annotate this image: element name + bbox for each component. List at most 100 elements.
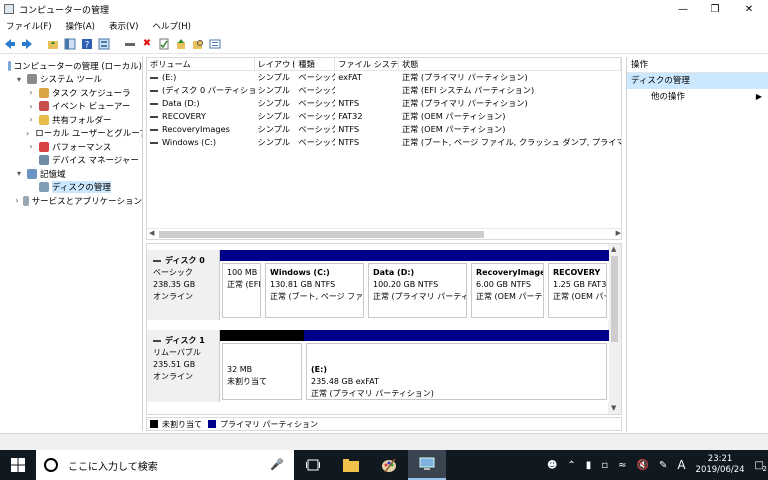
microphone-icon[interactable]: 🎤 — [270, 458, 284, 471]
tree-node[interactable]: デバイス マネージャー — [0, 154, 142, 168]
volume-row[interactable]: Windows (C:) シンプル ベーシック NTFS 正常 (ブート, ページ ファ… — [147, 136, 621, 149]
partition-details: Windows (C:) 130.81 GB NTFS 正常 (ブート, ページ フ… — [265, 263, 364, 318]
forward-icon[interactable] — [20, 37, 34, 51]
menu-view[interactable]: 表示(V) — [109, 20, 138, 32]
column-header-volume[interactable]: ボリューム — [147, 58, 255, 70]
minimize-button[interactable]: — — [668, 0, 698, 18]
tree-node[interactable]: › 共有フォルダー — [0, 113, 142, 127]
expand-chevron-icon[interactable]: › — [14, 196, 20, 205]
partition-block[interactable]: Windows (C:) 130.81 GB NTFS 正常 (ブート, ページ フ… — [263, 250, 366, 320]
volume-icon — [150, 115, 158, 118]
expand-chevron-icon[interactable]: › — [26, 129, 29, 138]
partition-block[interactable]: RecoveryImages 6.00 GB NTFS 正常 (OEM パーティショ… — [469, 250, 546, 320]
export-icon[interactable] — [174, 37, 188, 51]
start-button[interactable] — [0, 450, 36, 480]
partition-block[interactable]: RECOVERY 1.25 GB FAT32 正常 (OEM パーティション) — [546, 250, 609, 320]
tree-node[interactable]: コンピューターの管理 (ローカル) — [0, 59, 142, 73]
show-hide-tree-icon[interactable] — [63, 37, 77, 51]
delete-icon[interactable]: ✖ — [140, 37, 154, 51]
taskbar-computer-management[interactable] — [408, 450, 446, 480]
tree-node[interactable]: › イベント ビューアー — [0, 100, 142, 114]
vertical-scrollbar[interactable]: ▲ ▼ — [608, 244, 621, 414]
expand-chevron-icon[interactable]: › — [26, 88, 36, 97]
volume-muted-icon[interactable]: 🔇 — [636, 460, 648, 471]
partition-block[interactable]: (E:) 235.48 GB exFAT 正常 (プライマリ パーティション) — [304, 330, 609, 402]
scroll-right-icon[interactable]: ▶ — [616, 229, 621, 237]
expand-chevron-icon[interactable]: › — [26, 115, 36, 124]
ime-mode-indicator[interactable]: A — [677, 458, 685, 472]
column-header-layout[interactable]: レイアウト — [255, 58, 296, 70]
collapse-chevron-icon[interactable]: ▾ — [14, 75, 24, 84]
battery-icon[interactable]: ▮ — [586, 460, 592, 471]
volume-row[interactable]: (E:) シンプル ベーシック exFAT 正常 (プライマリ パーティション) — [147, 71, 621, 84]
taskbar-paint[interactable] — [370, 450, 408, 480]
expand-chevron-icon[interactable]: › — [26, 142, 36, 151]
volume-cell: シンプル — [257, 72, 291, 82]
disk-label[interactable]: ディスク 1 リムーバブル 235.51 GB オンライン — [147, 330, 220, 402]
partition-block[interactable]: Data (D:) 100.20 GB NTFS 正常 (プライマリ パーティション… — [366, 250, 469, 320]
volume-row[interactable]: RECOVERY シンプル ベーシック FAT32 正常 (OEM パーティション) — [147, 110, 621, 123]
action-center-icon[interactable]: □ 2 — [755, 460, 767, 473]
volume-list: ボリューム レイアウト 種類 ファイル システム 状態 (E:)シンプルベーシッ… — [146, 57, 622, 240]
scroll-down-icon[interactable]: ▼ — [611, 404, 616, 412]
volume-row[interactable]: (ディスク 0 パーティション 1)シンプルベーシック 正常 (EFI システム … — [147, 84, 621, 97]
view-icon[interactable] — [97, 37, 111, 51]
tree-node[interactable]: › サービスとアプリケーション — [0, 194, 142, 208]
tree-node[interactable]: ディスクの管理 — [0, 181, 142, 195]
up-folder-icon[interactable] — [46, 37, 60, 51]
scrollbar-thumb[interactable] — [611, 256, 618, 342]
help-icon[interactable]: ? — [80, 37, 94, 51]
pen-icon[interactable]: ✎ — [659, 460, 667, 471]
search-folder-icon[interactable] — [191, 37, 205, 51]
partition-block[interactable]: 100 MB 正常 (EFI システム パーティション) — [220, 250, 263, 320]
scrollbar-thumb[interactable] — [159, 231, 484, 238]
partition-details: 32 MB 未割り当て — [222, 343, 302, 400]
wifi-icon[interactable]: ≈ — [618, 460, 626, 471]
tree-node-label: サービスとアプリケーション — [31, 196, 142, 207]
actions-section-disk-management[interactable]: ディスクの管理 — [627, 73, 768, 89]
tablet-icon[interactable]: ▫ — [601, 460, 608, 471]
volume-cell: ベーシック — [298, 98, 336, 108]
status-bar — [0, 433, 768, 450]
close-button[interactable]: ✕ — [734, 0, 764, 18]
storage-icon — [27, 168, 37, 179]
disk-status: オンライン — [153, 372, 193, 381]
properties-icon[interactable] — [157, 37, 171, 51]
collapse-chevron-icon[interactable]: ▾ — [14, 169, 24, 178]
volume-row[interactable]: Data (D:) シンプル ベーシック NTFS 正常 (プライマリ パーティション) — [147, 97, 621, 110]
menu-file[interactable]: ファイル(F) — [6, 20, 52, 32]
people-icon[interactable]: ☻ — [547, 460, 557, 471]
task-view-button[interactable] — [294, 450, 332, 480]
tree-node-label: ディスクの管理 — [52, 181, 111, 194]
menu-help[interactable]: ヘルプ(H) — [152, 20, 191, 32]
column-header-filesystem[interactable]: ファイル システム — [335, 58, 399, 70]
column-header-status[interactable]: 状態 — [399, 58, 621, 70]
tree-node[interactable]: › ローカル ユーザーとグループ — [0, 127, 142, 141]
back-icon[interactable] — [3, 37, 17, 51]
volume-cell: シンプル — [257, 137, 291, 147]
taskbar-search-box[interactable]: ここに入力して検索 🎤 — [36, 450, 294, 480]
maximize-button[interactable]: ❐ — [700, 0, 730, 18]
tree-node[interactable]: ▾ システム ツール — [0, 73, 142, 87]
taskbar-file-explorer[interactable] — [332, 450, 370, 480]
disk-label[interactable]: ディスク 0 ベーシック 238.35 GB オンライン — [147, 250, 220, 320]
tree-node[interactable]: ▾ 記憶域 — [0, 167, 142, 181]
scroll-left-icon[interactable]: ◀ — [149, 229, 154, 237]
volume-cell: ベーシック — [298, 85, 336, 95]
menu-action[interactable]: 操作(A) — [66, 20, 95, 32]
partition-block[interactable]: 32 MB 未割り当て — [220, 330, 304, 402]
horizontal-scrollbar[interactable]: ◀ ▶ — [147, 228, 621, 239]
more-actions-item[interactable]: 他の操作 ▶ — [627, 89, 768, 105]
tree-node[interactable]: › パフォーマンス — [0, 140, 142, 154]
settings-list-icon[interactable] — [208, 37, 222, 51]
show-hidden-icons-chevron-up-icon[interactable]: ⌃ — [567, 460, 575, 471]
disk-1-row: ディスク 1 リムーバブル 235.51 GB オンライン 32 MB 未割り当て (E:)… — [147, 330, 609, 402]
column-header-type[interactable]: 種類 — [295, 58, 336, 70]
volume-row[interactable]: RecoveryImages シンプル ベーシック NTFS 正常 (OEM パーティシ… — [147, 123, 621, 136]
volume-icon — [150, 128, 158, 131]
tree-node[interactable]: › タスク スケジューラ — [0, 86, 142, 100]
expand-chevron-icon[interactable]: › — [26, 102, 36, 111]
clock[interactable]: 23:21 2019/06/24 — [696, 454, 745, 476]
scroll-up-icon[interactable]: ▲ — [611, 245, 616, 253]
connect-icon[interactable] — [123, 37, 137, 51]
